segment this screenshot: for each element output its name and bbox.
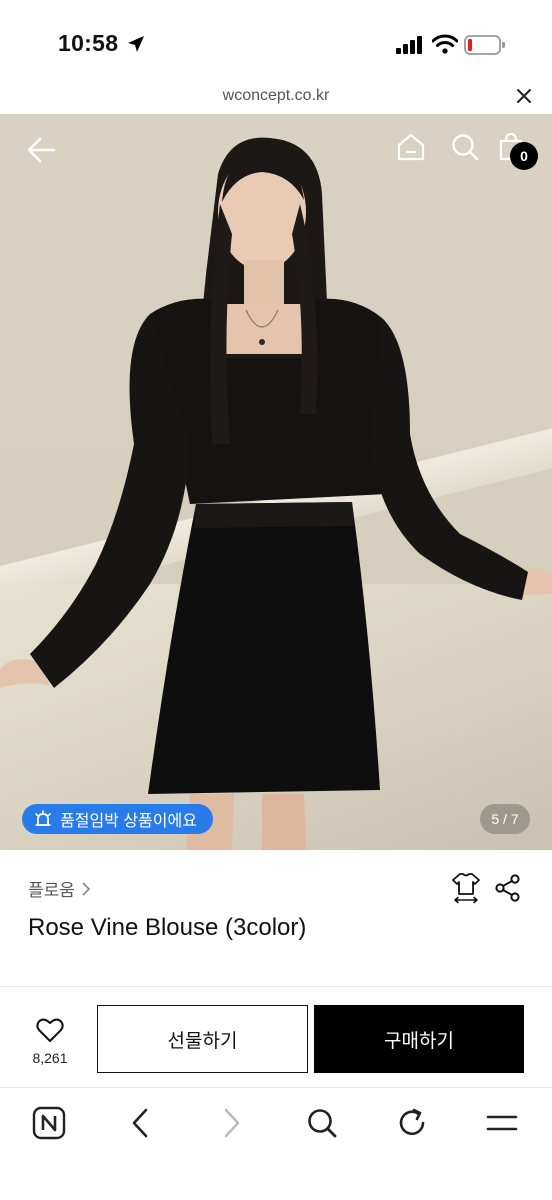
low-stock-text: 품절임박 상품이에요	[60, 813, 197, 830]
product-info: 플로움 Rose Vine Blouse (3color)	[0, 850, 552, 986]
search-nav-icon[interactable]	[306, 1106, 338, 1140]
back-arrow-icon[interactable]	[24, 134, 60, 166]
cart-count-badge[interactable]: 0	[510, 142, 538, 170]
alarm-icon	[35, 810, 51, 826]
heart-icon[interactable]	[36, 1017, 64, 1043]
brand-name[interactable]: 플로움	[28, 876, 75, 901]
status-bar: 10:58	[0, 0, 552, 84]
back-nav-icon[interactable]	[128, 1106, 152, 1140]
wifi-icon	[432, 34, 458, 54]
buy-button[interactable]: 구매하기	[314, 1005, 524, 1073]
forward-nav-icon[interactable]	[220, 1106, 244, 1140]
share-icon[interactable]	[494, 874, 522, 902]
home-icon[interactable]	[396, 132, 426, 162]
search-icon[interactable]	[450, 132, 480, 162]
product-image-carousel[interactable]: 0 품절임박 상품이에요 5 / 7	[0, 114, 552, 850]
chevron-right-icon	[82, 881, 91, 896]
cellular-signal-icon	[396, 36, 422, 54]
location-arrow-icon	[128, 36, 144, 52]
menu-icon[interactable]	[484, 1106, 520, 1140]
size-guide-icon[interactable]	[452, 872, 480, 904]
close-icon[interactable]	[516, 88, 532, 104]
status-time: 10:58	[58, 30, 119, 56]
image-counter: 5 / 7	[480, 804, 530, 834]
url-text[interactable]: wconcept.co.kr	[0, 87, 552, 105]
product-title: Rose Vine Blouse (3color)	[28, 914, 307, 941]
naver-logo-icon[interactable]	[32, 1106, 66, 1140]
battery-icon	[464, 35, 505, 55]
like-button[interactable]: 8,261	[28, 1017, 72, 1066]
browser-toolbar	[0, 1087, 552, 1200]
model-figure	[0, 137, 552, 850]
url-bar[interactable]: wconcept.co.kr	[0, 84, 552, 114]
reload-icon[interactable]	[396, 1106, 428, 1140]
gift-button[interactable]: 선물하기	[97, 1005, 308, 1073]
like-count: 8,261	[32, 1050, 68, 1066]
purchase-actions: 8,261 선물하기 구매하기	[0, 987, 552, 1087]
brand-link[interactable]: 플로움	[28, 876, 91, 901]
low-stock-badge: 품절임박 상품이에요	[22, 804, 213, 834]
